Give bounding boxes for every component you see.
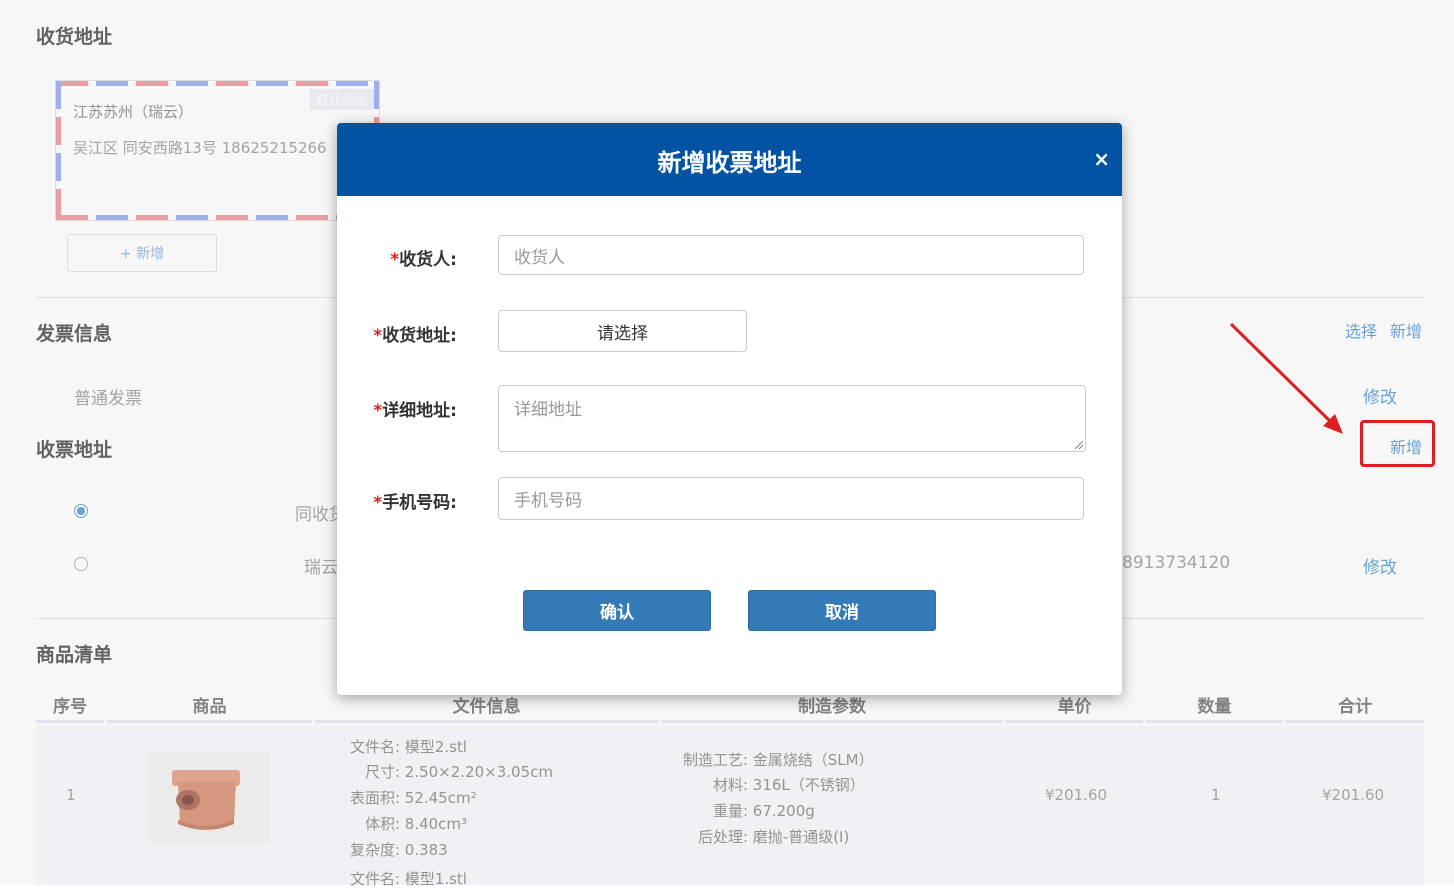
required-mark: * <box>373 401 383 421</box>
resize-handle-icon[interactable] <box>1075 441 1083 449</box>
confirm-button[interactable]: 确认 <box>523 590 711 631</box>
address-label: *收货地址: <box>337 321 457 346</box>
required-mark: * <box>373 326 383 346</box>
receiver-label: *收货人: <box>337 245 457 270</box>
phone-placeholder: 手机号码 <box>514 491 582 511</box>
phone-label-text: 手机号码: <box>382 493 457 513</box>
add-invoice-address-dialog: 新增收票地址 × *收货人: 收货人 *收货地址: 请选择 *详细地址: 详细地… <box>337 123 1122 695</box>
cancel-button[interactable]: 取消 <box>748 590 936 631</box>
receiver-placeholder: 收货人 <box>514 247 565 268</box>
address-region-select[interactable]: 请选择 <box>498 310 747 352</box>
detail-placeholder: 详细地址 <box>514 400 582 420</box>
receiver-input[interactable]: 收货人 <box>498 235 1084 275</box>
address-label-text: 收货地址: <box>382 326 457 346</box>
dialog-header: 新增收票地址 × <box>337 123 1122 196</box>
detail-address-textarea[interactable]: 详细地址 <box>498 385 1086 452</box>
detail-label-text: 详细地址: <box>382 401 457 421</box>
required-mark: * <box>390 250 400 270</box>
phone-input[interactable]: 手机号码 <box>498 477 1084 520</box>
receiver-label-text: 收货人: <box>399 250 457 270</box>
required-mark: * <box>373 493 383 513</box>
phone-label: *手机号码: <box>337 488 457 513</box>
dialog-title: 新增收票地址 <box>657 149 802 177</box>
close-icon[interactable]: × <box>1093 147 1110 171</box>
detail-label: *详细地址: <box>337 396 457 421</box>
